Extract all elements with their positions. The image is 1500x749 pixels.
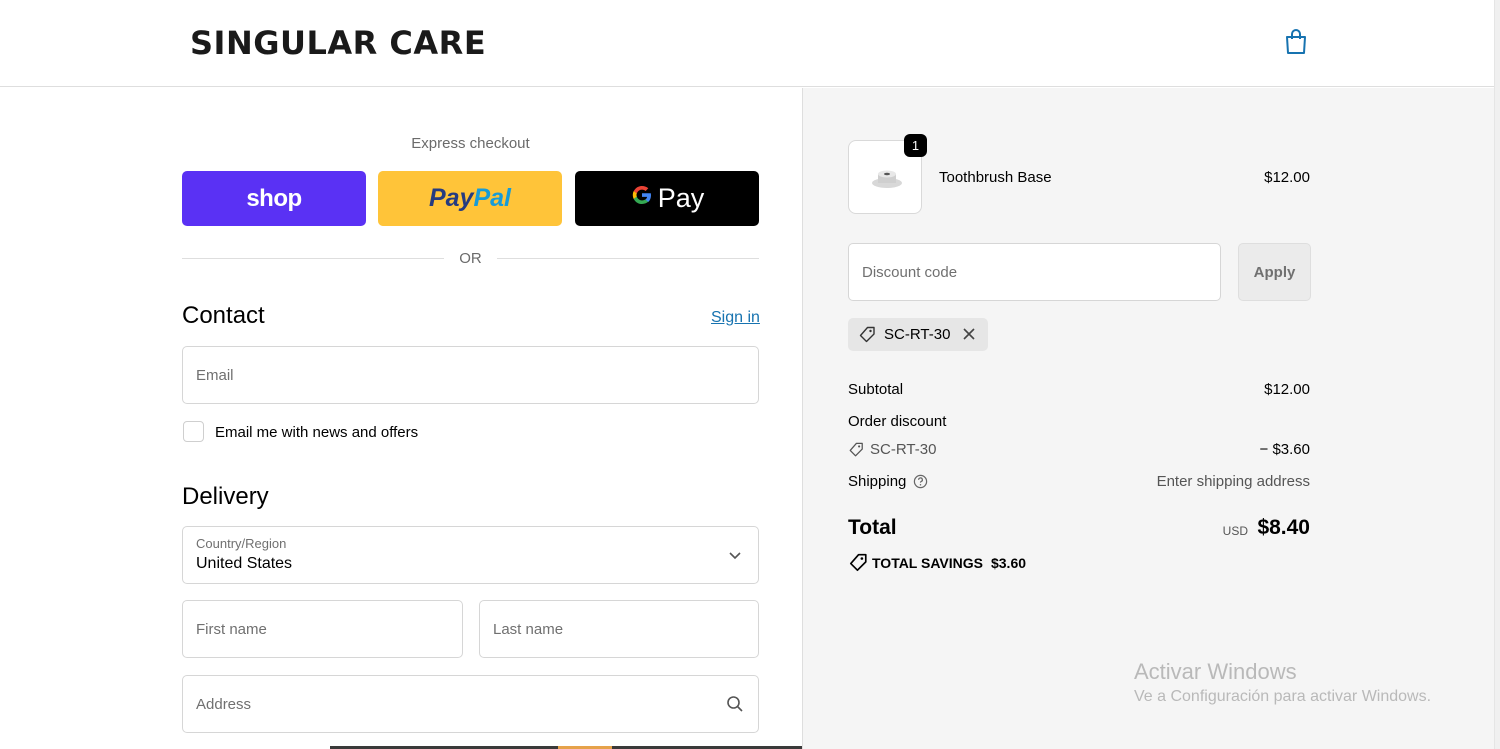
newsletter-checkbox[interactable] xyxy=(183,421,204,442)
divider-line xyxy=(182,258,444,259)
paypal-label-pal: Pal xyxy=(473,184,511,212)
windows-activation-title: Activar Windows xyxy=(1134,659,1297,684)
divider-line xyxy=(497,258,759,259)
discount-code-name: SC-RT-30 xyxy=(870,441,937,458)
shipping-label: Shipping xyxy=(848,473,907,490)
country-label: Country/Region xyxy=(196,536,287,551)
sign-in-link[interactable]: Sign in xyxy=(711,309,760,327)
chevron-down-icon xyxy=(728,548,742,562)
shipping-value: Enter shipping address xyxy=(1156,473,1310,490)
discount-placeholder: Discount code xyxy=(862,264,958,281)
delivery-heading: Delivery xyxy=(182,483,269,510)
product-price: $12.00 xyxy=(1264,169,1310,186)
page-scrollbar[interactable] xyxy=(1494,0,1500,749)
total-currency: USD xyxy=(1222,524,1248,538)
help-circle-icon[interactable] xyxy=(913,474,928,489)
site-header: SINGULAR CARE xyxy=(0,0,1494,87)
discount-code-input[interactable]: Discount code xyxy=(848,243,1221,301)
subtotal-label: Subtotal xyxy=(848,381,904,398)
newsletter-label[interactable]: Email me with news and offers xyxy=(215,424,418,441)
address-field[interactable]: Address xyxy=(182,675,759,733)
shopping-bag-icon[interactable] xyxy=(1282,27,1310,57)
tag-icon xyxy=(848,553,868,573)
first-name-placeholder: First name xyxy=(196,621,267,638)
total-label: Total xyxy=(848,516,897,539)
checkout-main: Express checkout shop Pay Pal Pay OR Cont… xyxy=(0,88,802,749)
order-discount-label: Order discount xyxy=(848,413,947,430)
or-text: OR xyxy=(459,250,482,267)
email-field[interactable]: Email xyxy=(182,346,759,404)
discount-code-row: SC-RT-30 xyxy=(848,441,936,458)
discount-value: − $3.60 xyxy=(1259,441,1310,458)
country-value: United States xyxy=(196,555,293,572)
close-icon[interactable] xyxy=(961,326,977,347)
applied-discount-tag: SC-RT-30 xyxy=(848,318,988,351)
brand-logo[interactable]: SINGULAR CARE xyxy=(190,24,486,62)
windows-activation-subtitle: Ve a Configuración para activar Windows. xyxy=(1134,688,1432,705)
total-value: $8.40 xyxy=(1257,516,1310,539)
tag-icon xyxy=(858,326,876,349)
savings-label: TOTAL SAVINGS xyxy=(872,555,983,571)
applied-code-text: SC-RT-30 xyxy=(884,326,951,343)
search-icon xyxy=(726,695,744,718)
paypal-label-pay: Pay xyxy=(428,184,474,212)
first-name-field[interactable]: First name xyxy=(182,600,463,658)
savings-value: $3.60 xyxy=(990,555,1027,571)
google-g-icon xyxy=(630,183,654,214)
shipping-row: Shipping xyxy=(848,473,928,490)
google-pay-button[interactable]: Pay xyxy=(575,171,759,226)
shop-pay-label: shop xyxy=(246,184,302,212)
paypal-button[interactable]: Pay Pal xyxy=(378,171,562,226)
country-select[interactable]: Country/Region United States xyxy=(182,526,759,584)
last-name-placeholder: Last name xyxy=(493,621,564,638)
email-placeholder: Email xyxy=(196,367,234,384)
quantity-badge: 1 xyxy=(904,134,927,157)
address-placeholder: Address xyxy=(196,696,252,713)
google-pay-label: Pay xyxy=(657,183,705,213)
shop-pay-button[interactable]: shop xyxy=(182,171,366,226)
contact-heading: Contact xyxy=(182,302,265,329)
or-divider: OR xyxy=(182,248,759,268)
apply-button[interactable]: Apply xyxy=(1238,243,1311,301)
last-name-field[interactable]: Last name xyxy=(479,600,759,658)
express-checkout-title: Express checkout xyxy=(411,135,530,152)
order-summary: 1 Toothbrush Base $12.00 Discount code A… xyxy=(802,88,1494,749)
total-savings: TOTAL SAVINGS $3.60 xyxy=(848,553,1026,573)
subtotal-value: $12.00 xyxy=(1264,381,1310,398)
product-name: Toothbrush Base xyxy=(939,169,1052,186)
tag-icon xyxy=(848,442,864,458)
